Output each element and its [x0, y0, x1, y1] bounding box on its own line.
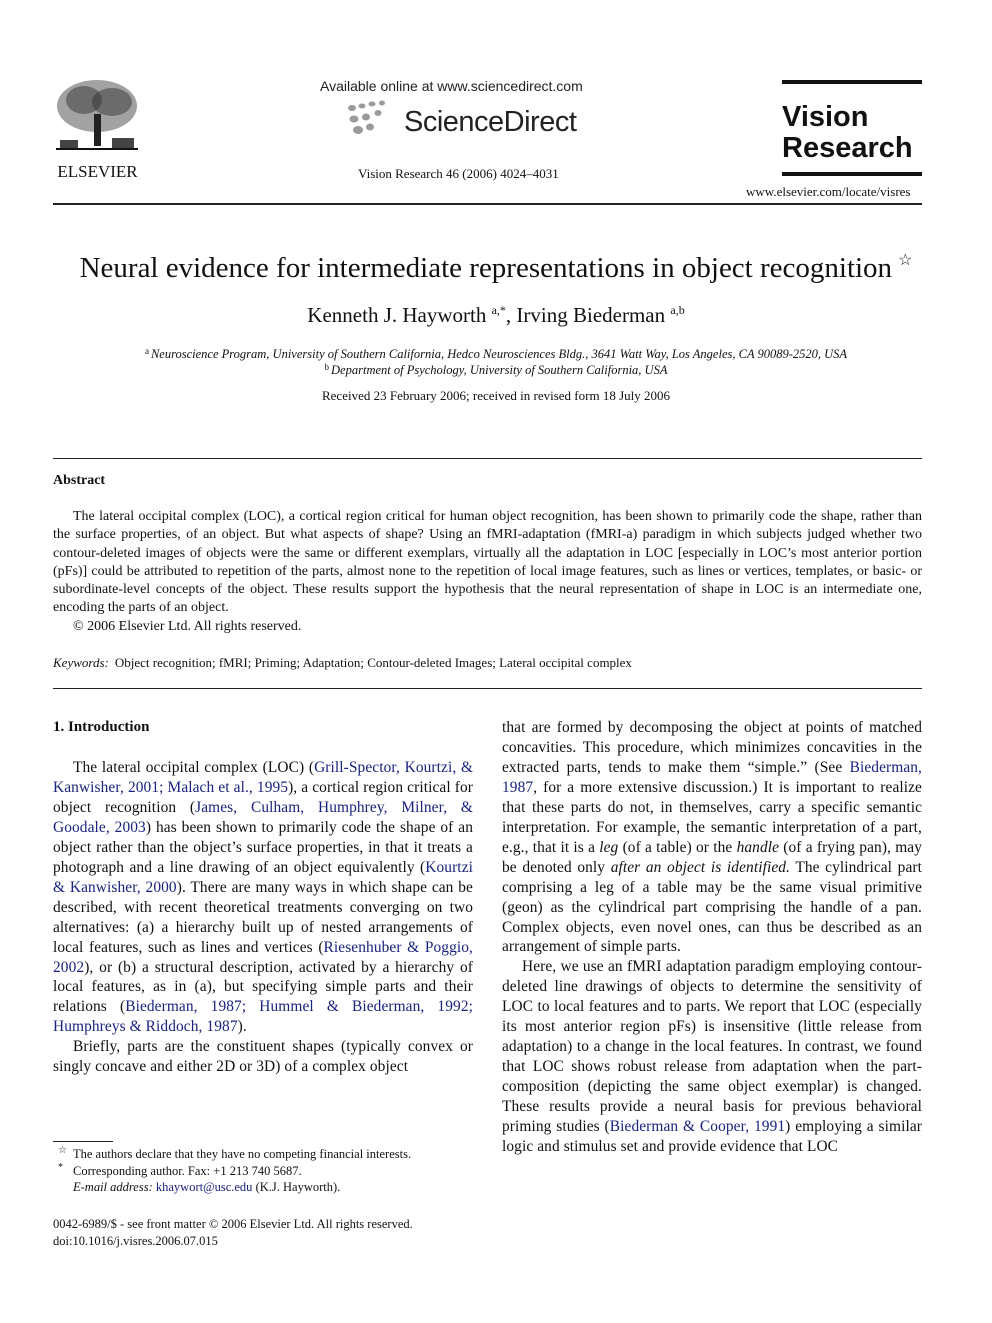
- emphasis-text: leg: [599, 838, 619, 856]
- body-text: Here, we use an fMRI adaptation paradigm…: [502, 958, 922, 1136]
- author-name[interactable]: Kenneth J. Hayworth: [307, 303, 486, 327]
- affiliation-text: Department of Psychology, University of …: [331, 363, 668, 377]
- affiliation: a Neuroscience Program, University of Sou…: [0, 346, 992, 362]
- journal-title-line1: Vision: [782, 101, 869, 133]
- abstract-text: The lateral occipital complex (LOC), a c…: [53, 509, 922, 616]
- footnote-competing-interests: ☆ The authors declare that they have no …: [53, 1145, 473, 1163]
- citation-link[interactable]: Biederman & Cooper, 1991: [610, 1118, 785, 1135]
- emphasis-text: after an object is identified.: [610, 858, 790, 876]
- article-title: Neural evidence for intermediate represe…: [0, 250, 992, 285]
- elsevier-tree-icon: [56, 80, 138, 150]
- section-heading-introduction: 1. Introduction: [53, 719, 150, 735]
- author-name[interactable]: Irving Biederman: [516, 303, 665, 327]
- email-link[interactable]: khaywort@usc.edu: [156, 1180, 253, 1194]
- abstract-copyright: © 2006 Elsevier Ltd. All rights reserved…: [73, 618, 302, 634]
- left-column: The lateral occipital complex (LOC) (Gri…: [53, 758, 473, 1077]
- received-dates: Received 23 February 2006; received in r…: [321, 388, 671, 403]
- author-affiliation-marks[interactable]: a,*: [492, 303, 506, 317]
- affiliation: b Department of Psychology, University of…: [0, 362, 992, 378]
- emphasis-text: handle: [736, 838, 780, 856]
- keywords-label: Keywords:: [53, 655, 109, 670]
- abstract-body: The lateral occipital complex (LOC), a c…: [53, 508, 922, 636]
- keywords: Keywords: Object recognition; fMRI; Primi…: [53, 655, 632, 671]
- header-divider: [53, 203, 922, 205]
- issn-copyright: 0042-6989/$ - see front matter © 2006 El…: [53, 1217, 413, 1231]
- body-text: The lateral occipital complex (LOC) (: [73, 759, 315, 776]
- sciencedirect-logo: ScienceDirect: [346, 100, 586, 142]
- doi-link[interactable]: doi:10.1016/j.visres.2006.07.015: [53, 1233, 413, 1250]
- email-label: E-mail address:: [73, 1180, 153, 1194]
- journal-logo-rule-top: [782, 80, 922, 84]
- footnote-asterisk-icon: *: [58, 1161, 63, 1173]
- journal-url-link[interactable]: www.elsevier.com/locate/visres: [746, 184, 911, 200]
- journal-logo: Vision Research: [782, 80, 922, 176]
- title-footnote-star-icon[interactable]: ☆: [898, 252, 912, 269]
- footnote-email: E-mail address: khaywort@usc.edu (K.J. H…: [53, 1179, 473, 1196]
- journal-logo-rule-bottom: [782, 172, 922, 176]
- footnote-star-icon: ☆: [58, 1145, 67, 1156]
- article-title-text: Neural evidence for intermediate represe…: [79, 252, 893, 284]
- available-online-text: Available online at www.sciencedirect.co…: [320, 78, 583, 94]
- affiliation-mark: b: [324, 362, 330, 372]
- footnotes: ☆ The authors declare that they have no …: [53, 1145, 473, 1196]
- footnote-divider: [53, 1141, 113, 1142]
- email-suffix: (K.J. Hayworth).: [252, 1180, 341, 1194]
- affiliation-mark: a: [144, 346, 149, 356]
- right-column: that are formed by decomposing the objec…: [502, 718, 922, 1157]
- footnote-corresponding-author: * Corresponding author. Fax: +1 213 740 …: [53, 1161, 473, 1180]
- author-list: Kenneth J. Hayworth a,*, Irving Biederma…: [0, 303, 992, 328]
- body-text: ).: [237, 1018, 247, 1036]
- body-text: (of a table) or the: [618, 838, 737, 856]
- author-separator: ,: [505, 303, 517, 327]
- abstract-divider-bottom: [53, 688, 922, 689]
- intro-paragraph-1: The lateral occipital complex (LOC) (Gri…: [53, 758, 473, 1037]
- journal-title-line2: Research: [782, 132, 913, 164]
- abstract-divider-top: [53, 458, 922, 459]
- sciencedirect-wordmark: ScienceDirect: [404, 106, 577, 138]
- author-affiliation-marks[interactable]: a,b: [670, 303, 684, 317]
- journal-citation: Vision Research 46 (2006) 4024–4031: [358, 166, 559, 181]
- abstract-heading: Abstract: [53, 473, 106, 488]
- footnote-text: Corresponding author. Fax: +1 213 740 56…: [73, 1163, 302, 1178]
- footnote-text: The authors declare that they have no co…: [73, 1147, 412, 1161]
- front-matter: 0042-6989/$ - see front matter © 2006 El…: [53, 1216, 413, 1250]
- elsevier-logo: ELSEVIER: [50, 78, 145, 181]
- affiliation-text: Neuroscience Program, University of Sout…: [150, 347, 848, 361]
- intro-paragraph-3: Here, we use an fMRI adaptation paradigm…: [502, 957, 922, 1157]
- keywords-list: Object recognition; fMRI; Priming; Adapt…: [114, 655, 632, 670]
- elsevier-wordmark: ELSEVIER: [57, 162, 138, 181]
- sciencedirect-dots-icon: [348, 100, 385, 134]
- intro-paragraph-2-start: Briefly, parts are the constituent shape…: [53, 1038, 473, 1076]
- intro-paragraph-2-continued: that are formed by decomposing the objec…: [502, 718, 922, 957]
